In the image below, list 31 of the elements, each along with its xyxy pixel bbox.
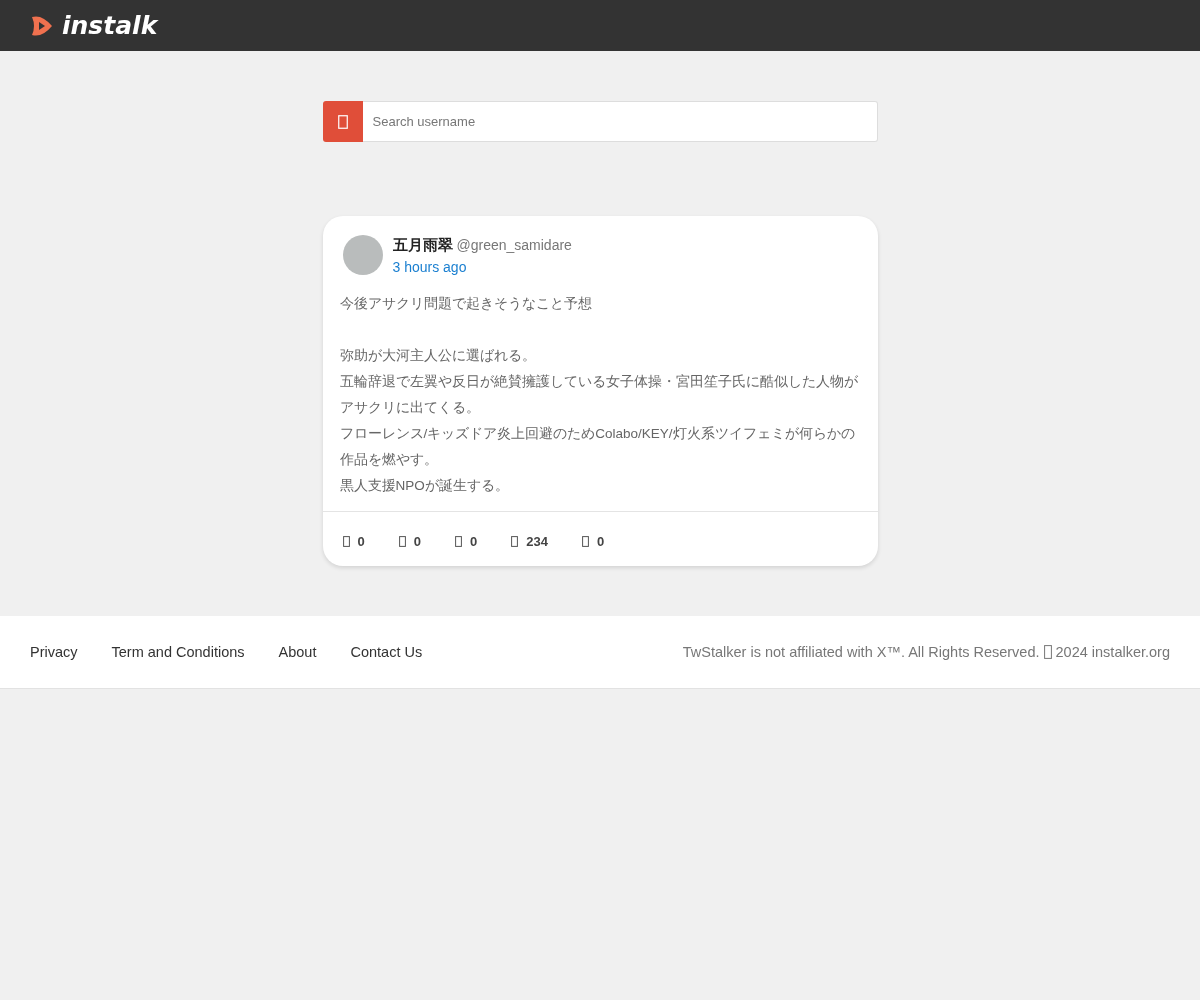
logo-text[interactable]: instalk [62, 11, 158, 40]
user-name[interactable]: 五月雨翠 [392, 235, 453, 255]
avatar [342, 235, 383, 275]
copyright-text: 2024 instalker.org [1055, 644, 1170, 660]
box-icon [454, 536, 462, 547]
post-time[interactable]: 3 hours ago [392, 258, 572, 275]
search-button[interactable] [322, 101, 363, 142]
footer-link[interactable]: Term and Conditions [111, 644, 245, 660]
post-text: 弥助が大河主人公に選ばれる。 [339, 347, 537, 365]
footer-notice: TwStalker is not affiliated with X™. All Rights Reserved. [682, 644, 1040, 660]
stat-count: 0 [469, 534, 478, 549]
post-text: 今後アサクリ問題で起きそうなこと予想 [339, 295, 593, 313]
stat-count: 0 [413, 534, 421, 549]
footer-link[interactable]: Privacy [30, 644, 78, 660]
box-icon [337, 114, 348, 129]
stat-count: 0 [596, 534, 605, 549]
post-text: 黒人支援NPOが誕生する。 [339, 477, 510, 495]
box-icon [398, 536, 406, 547]
box-icon [342, 536, 350, 547]
stat-count: 234 [526, 534, 548, 549]
footer-link[interactable]: Contact Us [350, 644, 423, 660]
stat-count: 0 [357, 534, 365, 549]
user-handle: @green_samidare [456, 236, 572, 253]
search-field[interactable]: Search username [362, 101, 878, 142]
box-icon [1043, 645, 1052, 659]
logo-icon [30, 13, 54, 38]
post-text: 五輪辞退で左翼や反日が絶賛擁護している女子体操・宮田笙子氏に酷似した人物がアサクリに出てくる。 [339, 373, 859, 417]
box-icon [511, 536, 519, 547]
post-text: フローレンス/キッズドア炎上回避のためColabo/KEY/灯火系ツイフェミが何らかの作品を燃やす。 [339, 425, 856, 469]
footer-link[interactable]: About [278, 644, 317, 660]
box-icon [581, 536, 589, 547]
